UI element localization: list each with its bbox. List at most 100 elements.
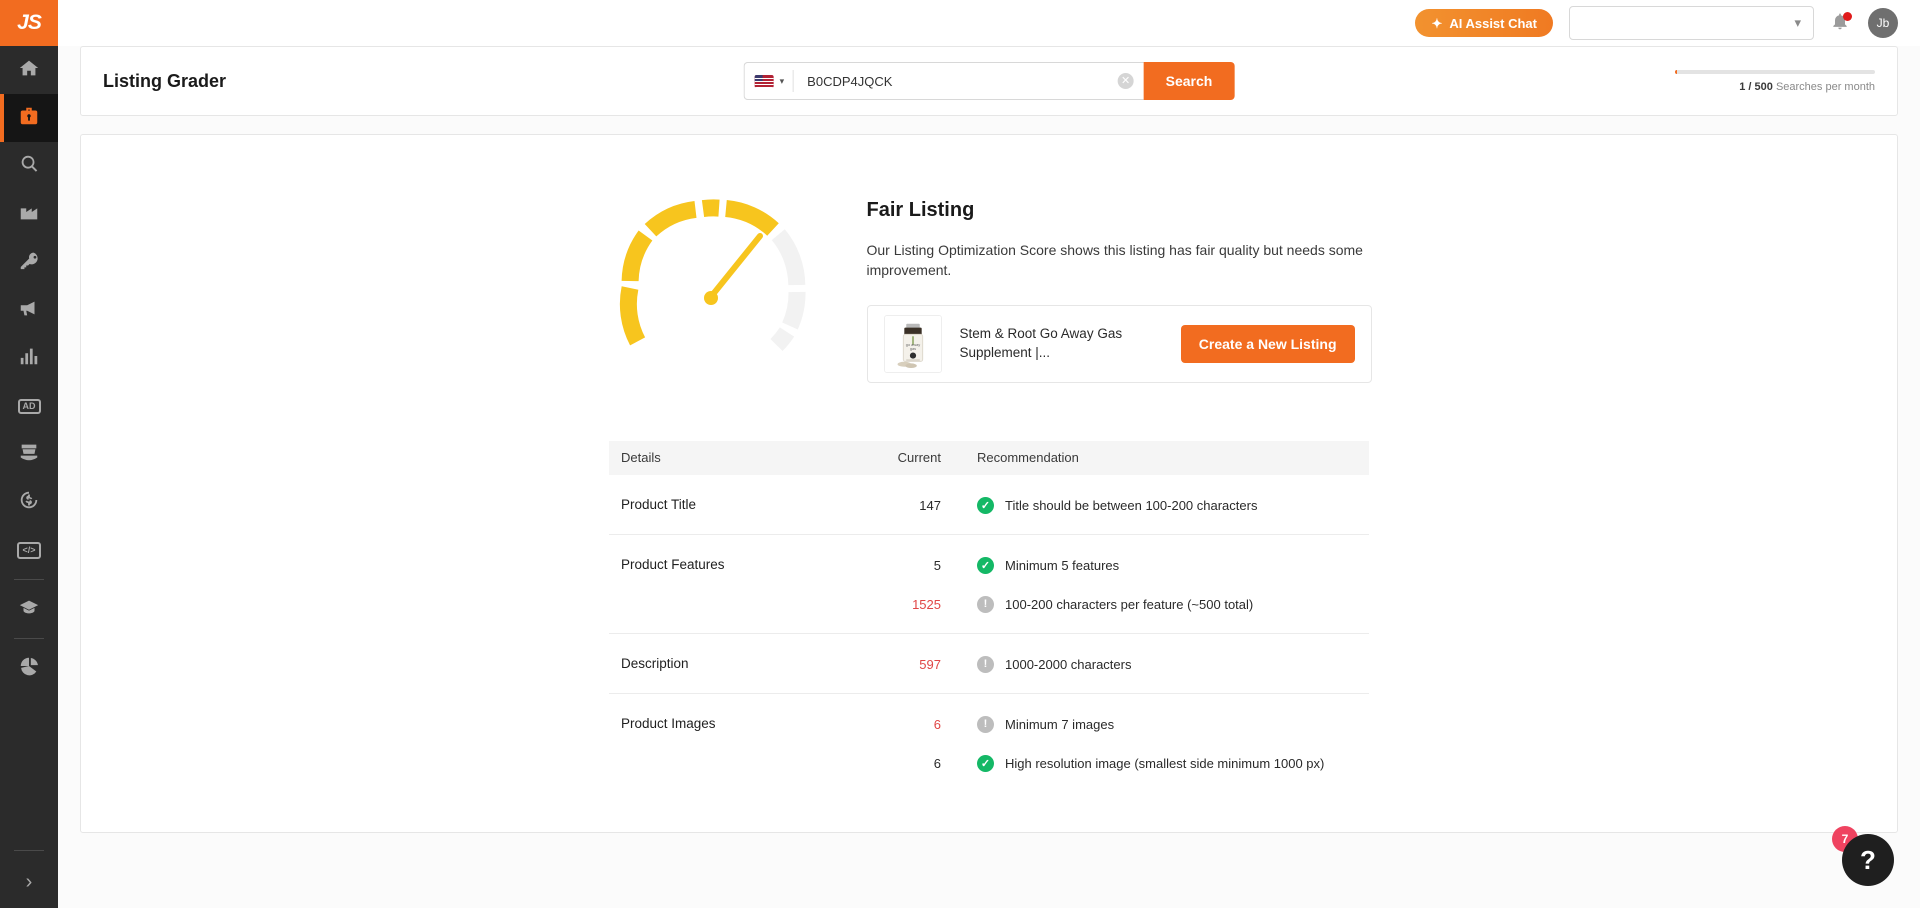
row-recommendation: ✓ Minimum 5 features <box>941 556 1369 574</box>
sidebar-item-advertising[interactable] <box>0 286 58 334</box>
sidebar-divider-1 <box>14 579 44 580</box>
row-line: 6 ! Minimum 7 images <box>859 715 1369 733</box>
row-line: 147 ✓ Title should be between 100-200 ch… <box>859 496 1369 514</box>
search-bar: ▾ ✕ Search <box>743 62 1235 100</box>
exclamation-circle-icon: ! <box>977 655 994 673</box>
verdict-description: Our Listing Optimization Score shows thi… <box>866 242 1363 279</box>
box-hand-icon <box>18 441 40 468</box>
key-icon <box>18 249 40 276</box>
svg-text:gas: gas <box>909 346 915 350</box>
row-line: 5 ✓ Minimum 5 features <box>859 556 1369 574</box>
table-row: Description 597 ! 1000-2000 characters <box>609 634 1369 694</box>
row-current-value: 1525 <box>912 596 941 612</box>
search-box: ▾ ✕ <box>743 62 1144 100</box>
ai-assist-chat-button[interactable]: ✦ AI Assist Chat <box>1415 9 1553 37</box>
row-line: 1525 ! 100-200 characters per feature (~… <box>859 595 1369 613</box>
account-select[interactable]: ▾ <box>1569 6 1814 40</box>
pie-arrow-icon <box>18 655 40 682</box>
row-recommendation: ✓ Title should be between 100-200 charac… <box>941 496 1369 514</box>
check-circle-icon: ✓ <box>977 496 994 514</box>
megaphone-icon <box>18 297 40 324</box>
sidebar-item-product-database[interactable] <box>0 190 58 238</box>
row-recommendation: ! 1000-2000 characters <box>941 655 1369 673</box>
product-card: go away gas Stem & Root Go Away Gas Supp… <box>866 304 1372 383</box>
magnifier-chat-icon <box>18 153 40 180</box>
sidebar-item-partners[interactable] <box>0 644 58 692</box>
result-card: Fair Listing Our Listing Optimization Sc… <box>80 134 1898 833</box>
summary-section: Fair Listing Our Listing Optimization Sc… <box>81 171 1897 383</box>
table-row: Product Images 6 ! Minimum 7 images 6 ✓ … <box>609 694 1369 792</box>
row-current-value: 6 <box>933 755 941 771</box>
quota-count: 1 / 500 <box>1739 80 1773 93</box>
home-icon <box>18 57 40 84</box>
code-icon: </> <box>17 541 41 559</box>
notifications-button[interactable] <box>1830 11 1852 35</box>
sidebar-item-home[interactable] <box>0 46 58 94</box>
summary-details: Fair Listing Our Listing Optimization Sc… <box>866 171 1372 383</box>
ad-badge-icon: AD <box>17 398 41 414</box>
row-recommendation-text: Minimum 5 features <box>1005 557 1120 573</box>
sidebar: JS AD </> › <box>0 0 58 908</box>
row-recommendation: ✓ High resolution image (smallest side m… <box>941 754 1369 772</box>
sidebar-item-toolbox[interactable] <box>0 94 58 142</box>
question-mark-icon: ? <box>1860 844 1876 875</box>
quota-suffix: Searches per month <box>1775 80 1875 93</box>
product-name: Stem & Root Go Away Gas Supplement |... <box>959 326 1123 360</box>
quota-progress-bar <box>1675 69 1875 74</box>
app-logo[interactable]: JS <box>0 0 58 46</box>
row-label: Product Title <box>621 496 697 512</box>
sidebar-item-keywords[interactable] <box>0 238 58 286</box>
sidebar-item-analytics[interactable] <box>0 334 58 382</box>
notification-dot <box>1843 12 1852 21</box>
sidebar-item-inventory[interactable] <box>0 430 58 478</box>
exclamation-circle-icon: ! <box>977 715 994 733</box>
row-label: Description <box>621 655 689 671</box>
row-recommendation-text: Minimum 7 images <box>1005 716 1115 732</box>
toolbox-icon <box>18 105 40 132</box>
row-recommendation-text: Title should be between 100-200 characte… <box>1005 497 1258 513</box>
search-button[interactable]: Search <box>1143 62 1235 100</box>
sidebar-item-keyword-research[interactable] <box>0 142 58 190</box>
row-current-value: 6 <box>933 716 941 732</box>
factory-icon <box>18 201 40 228</box>
quota-progress-fill <box>1675 69 1677 74</box>
sidebar-item-academy[interactable] <box>0 585 58 633</box>
clear-icon[interactable]: ✕ <box>1117 73 1134 89</box>
us-flag-icon[interactable] <box>754 74 774 88</box>
avatar[interactable]: Jb <box>1868 8 1898 38</box>
row-label: Product Images <box>621 715 716 731</box>
create-new-listing-button[interactable]: Create a New Listing <box>1180 324 1355 363</box>
supplement-bottle-image: go away gas <box>884 315 941 372</box>
search-input[interactable] <box>793 73 1118 89</box>
sidebar-item-developer[interactable]: </> <box>0 526 58 574</box>
content: Listing Grader ▾ ✕ Search <box>58 46 1920 833</box>
quota-text: 1 / 500 Searches per month <box>1675 81 1875 93</box>
sidebar-item-finance[interactable] <box>0 478 58 526</box>
row-current-value: 5 <box>933 557 941 573</box>
marketplace-chevron-icon[interactable]: ▾ <box>780 76 785 87</box>
check-circle-icon: ✓ <box>977 754 994 772</box>
column-header-current: Current <box>897 450 941 466</box>
graduation-cap-icon <box>18 596 40 623</box>
row-recommendation: ! Minimum 7 images <box>941 715 1369 733</box>
search-card: Listing Grader ▾ ✕ Search <box>80 46 1898 116</box>
column-header-details: Details <box>621 450 661 466</box>
sidebar-nav: AD </> <box>0 46 58 692</box>
row-line: 597 ! 1000-2000 characters <box>859 655 1369 673</box>
sparkle-icon: ✦ <box>1431 15 1443 31</box>
product-thumbnail: go away gas <box>883 314 942 373</box>
listing-score-gauge <box>607 171 837 371</box>
sidebar-item-ads[interactable]: AD <box>0 382 58 430</box>
help-button[interactable]: ? <box>1842 834 1894 886</box>
bar-chart-icon <box>18 345 40 372</box>
row-current-value: 597 <box>919 656 941 672</box>
verdict-title: Fair Listing <box>866 199 975 221</box>
row-label: Product Features <box>621 556 725 572</box>
column-header-recommendation: Recommendation <box>977 450 1079 466</box>
row-current-value: 147 <box>919 497 941 513</box>
row-recommendation: ! 100-200 characters per feature (~500 t… <box>941 595 1369 613</box>
page-title: Listing Grader <box>103 70 227 91</box>
table-row: Product Features 5 ✓ Minimum 5 features <box>609 535 1369 634</box>
row-line: 6 ✓ High resolution image (smallest side… <box>859 754 1369 772</box>
sidebar-expand-button[interactable]: › <box>0 856 58 908</box>
